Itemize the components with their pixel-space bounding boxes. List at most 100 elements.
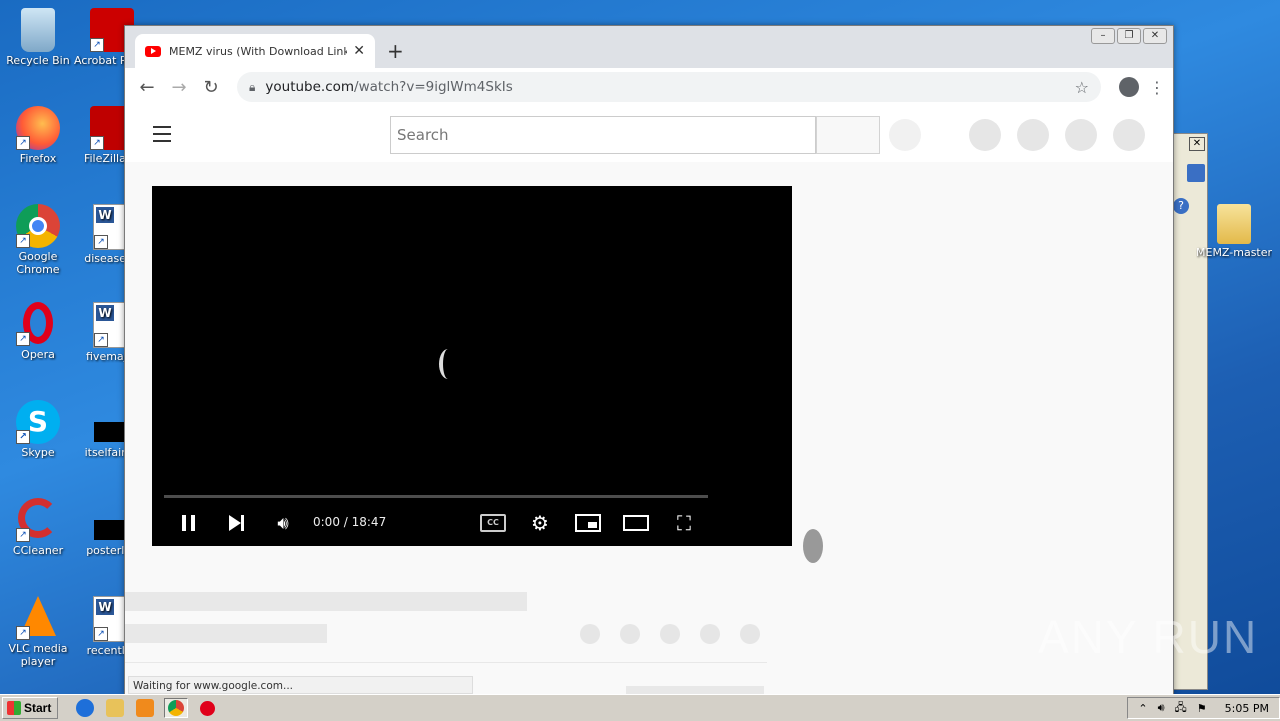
internet-explorer-icon[interactable]	[76, 699, 95, 717]
url-host: youtube.com	[265, 79, 355, 95]
placeholder-dot	[620, 624, 640, 644]
placeholder-dot	[740, 624, 760, 644]
desktop-icon-memz-master[interactable]: MEMZ-master	[1196, 204, 1272, 259]
youtube-header: Search	[125, 106, 1173, 162]
minimize-button[interactable]: –	[1091, 28, 1115, 44]
theater-mode-icon[interactable]	[622, 508, 650, 538]
tab-strip: MEMZ virus (With Download Link) - Y ✕ + …	[125, 26, 1173, 68]
opera-taskbar-icon[interactable]	[200, 700, 216, 716]
url-path: /watch?v=9iglWm4SkIs	[354, 79, 513, 95]
ccleaner-icon: ↗	[16, 498, 60, 542]
window-controls: – ❐ ✕	[1091, 28, 1167, 44]
tab-title: MEMZ virus (With Download Link) - Y	[169, 44, 348, 58]
firefox-icon: ↗	[16, 106, 60, 150]
status-bubble: Waiting for www.google.com...	[128, 676, 473, 694]
new-tab-button[interactable]: +	[387, 39, 404, 63]
start-label: Start	[24, 701, 52, 715]
next-icon[interactable]	[224, 508, 248, 538]
desktop-icon-vlc[interactable]: ↗ VLC media player	[0, 596, 76, 668]
desktop-icon-label: Google Chrome	[16, 250, 60, 276]
desktop-icon-opera[interactable]: ↗ Opera	[0, 302, 76, 361]
skype-icon: S ↗	[16, 400, 60, 444]
bookmark-star-icon[interactable]: ☆	[1075, 78, 1089, 97]
desktop-icon-ccleaner[interactable]: ↗ CCleaner	[0, 498, 76, 557]
volume-icon[interactable]: 🔊︎	[270, 508, 296, 538]
volume-tray-icon[interactable]: 🔊︎	[1158, 701, 1165, 715]
taskbar: Start ⌃ 🔊︎ 🖧 ⚑ 5:05 PM	[0, 694, 1280, 721]
time-display: 0:00 / 18:47	[313, 515, 387, 529]
placeholder-circle	[1017, 119, 1049, 151]
close-button[interactable]: ✕	[1143, 28, 1167, 44]
captions-icon[interactable]: CC	[478, 508, 508, 538]
video-player[interactable]: 🔊︎ 0:00 / 18:47 CC ⚙ ⛶	[152, 186, 823, 563]
chrome-taskbar-button[interactable]	[164, 698, 189, 718]
media-player-icon[interactable]	[136, 699, 155, 717]
network-tray-icon[interactable]: 🖧	[1175, 699, 1187, 718]
desktop-icon-label: CCleaner	[12, 544, 64, 557]
start-button[interactable]: Start	[2, 697, 59, 719]
browser-toolbar: ← → ↻ 🔒︎ youtube.com/watch?v=9iglWm4SkIs…	[125, 68, 1173, 106]
address-bar[interactable]: 🔒︎ youtube.com/watch?v=9iglWm4SkIs ☆	[237, 72, 1101, 102]
lock-icon: 🔒︎	[249, 79, 256, 94]
account-icon[interactable]	[1119, 77, 1139, 97]
chrome-window[interactable]: MEMZ virus (With Download Link) - Y ✕ + …	[124, 25, 1174, 695]
placeholder-circle	[889, 119, 921, 151]
desktop-icon-firefox[interactable]: ↗ Firefox	[0, 106, 76, 165]
placeholder-circle	[969, 119, 1001, 151]
anyrun-watermark: ANY RUN	[1038, 611, 1259, 663]
placeholder-circle	[1113, 119, 1145, 151]
back-icon[interactable]: ←	[133, 77, 161, 98]
placeholder-circle	[1065, 119, 1097, 151]
folder-icon	[1217, 204, 1251, 244]
miniplayer-icon[interactable]	[574, 508, 602, 538]
desktop-icon-chrome[interactable]: ↗ Google Chrome	[0, 204, 76, 276]
placeholder-dot	[700, 624, 720, 644]
page-content: Search 🔊︎ 0:00 / 18:47 CC ⚙ ⛶ .player .c…	[125, 106, 1173, 694]
help-icon[interactable]: ?	[1173, 198, 1189, 214]
progress-bar[interactable]	[164, 495, 708, 498]
explorer-folder-icon[interactable]	[106, 699, 125, 717]
clock[interactable]: 5:05 PM	[1225, 702, 1269, 715]
hamburger-menu-icon[interactable]	[153, 126, 171, 147]
restore-button[interactable]: ❐	[1117, 28, 1141, 44]
desktop-icon-label: VLC media player	[8, 642, 68, 668]
desktop-icon-skype[interactable]: S ↗ Skype	[0, 400, 76, 459]
placeholder-dot	[580, 624, 600, 644]
show-hidden-icons-icon[interactable]: ⌃	[1138, 702, 1147, 715]
chrome-icon	[168, 700, 185, 716]
tab-close-icon[interactable]: ✕	[353, 43, 365, 59]
pause-icon[interactable]	[176, 508, 200, 538]
skeleton-subtitle	[125, 624, 327, 643]
desktop-icon-recycle-bin[interactable]: Recycle Bin	[0, 8, 76, 67]
search-input[interactable]: Search	[390, 116, 816, 154]
fullscreen-icon[interactable]: ⛶	[670, 508, 698, 538]
channel-avatar[interactable]	[803, 529, 823, 563]
reload-icon[interactable]: ↻	[197, 77, 225, 98]
skeleton-title	[125, 592, 527, 611]
youtube-favicon-icon	[145, 45, 161, 57]
system-tray: ⌃ 🔊︎ 🖧 ⚑ 5:05 PM	[1127, 697, 1280, 719]
browser-tab[interactable]: MEMZ virus (With Download Link) - Y ✕	[135, 34, 375, 68]
skeleton-block	[626, 686, 764, 694]
divider	[125, 662, 767, 663]
captions-label: CC	[480, 514, 506, 532]
loading-spinner	[439, 349, 457, 379]
recycle-bin-icon	[21, 8, 55, 52]
settings-gear-icon[interactable]: ⚙	[526, 508, 554, 538]
close-icon[interactable]: ✕	[1189, 137, 1205, 151]
placeholder-dot	[660, 624, 680, 644]
action-center-flag-icon[interactable]: ⚑	[1197, 702, 1207, 715]
search-button[interactable]	[816, 116, 880, 154]
chrome-icon: ↗	[16, 204, 60, 248]
desktop-icon-label: Opera	[21, 348, 55, 361]
menu-kebab-icon[interactable]: ⋮	[1149, 78, 1165, 97]
opera-icon: ↗	[16, 302, 60, 346]
windows-logo-icon	[7, 701, 21, 715]
vlc-icon: ↗	[16, 596, 60, 640]
search-icon[interactable]	[1187, 164, 1205, 182]
desktop-icon-label: MEMZ-master	[1196, 246, 1272, 259]
desktop-icon-label: Recycle Bin	[6, 54, 70, 67]
forward-icon[interactable]: →	[165, 77, 193, 98]
desktop-icon-label: Firefox	[19, 152, 57, 165]
desktop-icon-label: Skype	[21, 446, 55, 459]
